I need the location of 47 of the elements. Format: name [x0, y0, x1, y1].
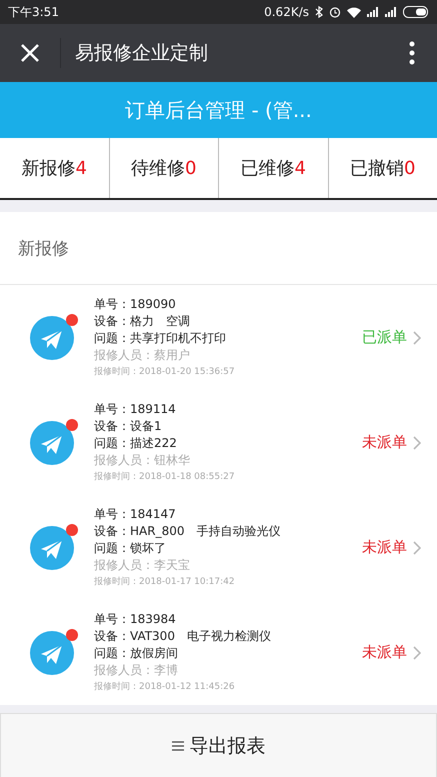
reporter-text: 报修人员：蔡用户	[94, 346, 191, 362]
problem-text: 问题：共享打印机不打印	[94, 330, 227, 346]
problem-text: 问题：描述222	[94, 434, 178, 450]
paper-plane-icon	[30, 316, 74, 360]
menu-icon	[172, 740, 184, 750]
network-speed: 0.62K/s	[264, 5, 309, 19]
more-icon	[409, 41, 415, 65]
device-text: 设备：格力 空调	[94, 312, 191, 328]
device-text: 设备：HAR_800 手持自动验光仪	[94, 522, 282, 538]
status-time: 下午3:51	[8, 4, 59, 20]
chevron-icon	[413, 330, 421, 344]
close-icon	[20, 43, 40, 63]
page-title: 订单后台管理 - (管...	[125, 96, 312, 124]
report-time: 报修时间：2018-01-18 08:55:27	[94, 470, 236, 484]
alarm-icon	[329, 6, 341, 18]
device-text: 设备：VAT300 电子视力检测仪	[94, 628, 272, 644]
order-number: 单号：189114	[94, 400, 177, 416]
dispatch-status: 未派单	[362, 538, 407, 557]
paper-plane-icon	[30, 420, 74, 464]
dispatch-status: 未派单	[362, 643, 407, 662]
wifi-icon	[347, 6, 361, 18]
chevron-icon	[413, 540, 421, 554]
reporter-text: 报修人员：李天宝	[94, 556, 191, 572]
order-number: 单号：184147	[94, 506, 177, 522]
section-title: 新报修	[18, 238, 69, 260]
order-number: 单号：183984	[94, 610, 177, 626]
report-time: 报修时间：2018-01-17 10:17:42	[94, 576, 236, 588]
reporter-text: 报修人员：李博	[94, 662, 179, 678]
bluetooth-icon	[315, 6, 323, 18]
export-button[interactable]: 导出报表	[0, 713, 437, 777]
problem-text: 问题：放假房间	[94, 644, 179, 660]
signal-icon	[367, 7, 379, 17]
chevron-icon	[413, 436, 421, 450]
dispatch-status: 已派单	[362, 328, 407, 347]
dispatch-status: 未派单	[362, 433, 407, 452]
order-number: 单号：189090	[94, 296, 177, 312]
report-time: 报修时间：2018-01-20 15:36:57	[94, 366, 236, 378]
device-text: 设备：设备1	[94, 418, 163, 434]
battery-icon	[403, 6, 429, 18]
chevron-icon	[413, 646, 421, 660]
problem-text: 问题：锁坏了	[94, 540, 167, 556]
reporter-text: 报修人员：钮林华	[94, 452, 191, 468]
paper-plane-icon	[30, 526, 74, 570]
report-time: 报修时间：2018-01-12 11:45:26	[94, 680, 236, 694]
paper-plane-icon	[30, 630, 74, 674]
app-title: 易报修企业定制	[74, 41, 209, 66]
signal-icon	[385, 7, 397, 17]
